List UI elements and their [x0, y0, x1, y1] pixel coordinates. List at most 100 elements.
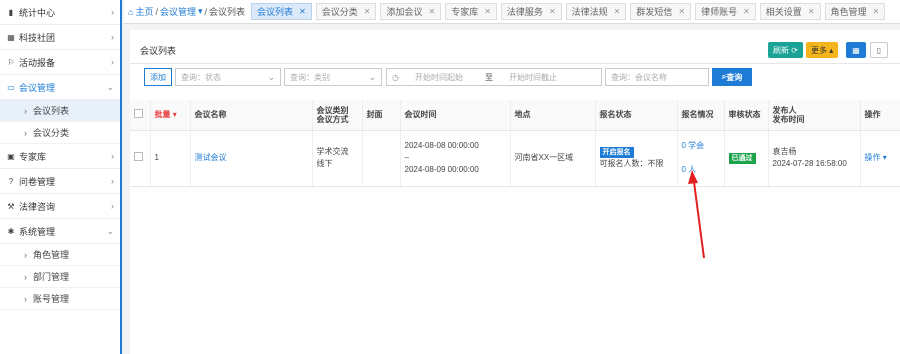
- select-all-checkbox[interactable]: [130, 100, 151, 131]
- home-icon[interactable]: ⌂: [128, 7, 133, 17]
- type-filter-select[interactable]: 查询：类别 ⌄: [284, 68, 382, 86]
- sidebar-subitem-account[interactable]: › 账号管理: [0, 288, 120, 310]
- gavel-icon: ⚒: [7, 201, 15, 211]
- end-date-placeholder: 开始时间截止: [509, 72, 557, 82]
- tab-bulk-sms[interactable]: 群发短信 ✕: [630, 3, 692, 20]
- tab-add-meeting[interactable]: 添加会议 ✕: [380, 3, 442, 20]
- tab-meeting-category[interactable]: 会议分类 ✕: [315, 3, 377, 20]
- sidebar-item-tech-society[interactable]: ▦ 科技社团 ›: [0, 25, 120, 50]
- audit-status-badge: 已通过: [728, 153, 756, 164]
- more-label: 更多: [811, 45, 827, 55]
- close-icon[interactable]: ✕: [549, 7, 556, 16]
- date-range-separator: 至: [485, 72, 493, 82]
- more-button[interactable]: 更多 ▴: [806, 42, 839, 58]
- breadcrumb-current: 会议列表: [209, 7, 246, 17]
- date-range-input[interactable]: ◷ 开始时间起始 至 开始时间截止: [386, 68, 602, 86]
- signup-status-badge: 开启报名: [599, 147, 634, 158]
- tab-role-management[interactable]: 角色管理 ✕: [824, 3, 886, 20]
- close-icon[interactable]: ✕: [614, 7, 621, 16]
- tab-bar: ⌂ 主页 / 会议管理 ▾ / 会议列表 会议列表 ✕ 会议分类 ✕ 添加会议 ✕ 专…: [124, 0, 900, 24]
- close-icon[interactable]: ✕: [743, 7, 750, 16]
- meeting-type-cell: 学术交流 线下: [312, 130, 363, 187]
- sidebar-subitem-label: 会议列表: [33, 106, 70, 116]
- caret-down-icon: ▾: [880, 153, 887, 162]
- close-icon[interactable]: ✕: [429, 7, 436, 16]
- meeting-place: 河南省XX一区域: [510, 130, 596, 187]
- close-icon[interactable]: ✕: [484, 7, 491, 16]
- card-view-button[interactable]: ▯: [870, 42, 888, 58]
- tab-label: 律师账号: [701, 7, 738, 17]
- tab-legal-service[interactable]: 法律服务 ✕: [500, 3, 562, 20]
- sidebar-item-survey[interactable]: ? 问卷管理 ›: [0, 169, 120, 194]
- batch-column-header[interactable]: 批量 ▾: [150, 100, 191, 131]
- meeting-name[interactable]: 测试会议: [195, 153, 227, 162]
- tab-laws[interactable]: 法律法规 ✕: [565, 3, 627, 20]
- table-view-button[interactable]: ▦: [846, 42, 866, 58]
- meeting-table: 批量 ▾ 会议名称 会议类别 会议方式 封面 会议时间 地点 报名状态 报名情况 …: [130, 100, 900, 187]
- tab-label: 相关设置: [765, 7, 802, 17]
- bar-chart-icon: ▮: [8, 7, 14, 17]
- close-icon[interactable]: ✕: [678, 7, 685, 16]
- monitor-icon: ▭: [7, 82, 15, 92]
- close-icon[interactable]: ✕: [299, 7, 306, 16]
- tab-expert-db[interactable]: 专家库 ✕: [445, 3, 497, 20]
- sidebar-item-meeting-management[interactable]: ▭ 会议管理 ⌄: [0, 75, 120, 100]
- card-view-icon: ▯: [876, 45, 882, 55]
- chevron-right-icon: ›: [111, 151, 114, 161]
- sidebar-item-legal-consult[interactable]: ⚒ 法律咨询 ›: [0, 194, 120, 219]
- start-date-placeholder: 开始时间起始: [414, 72, 463, 82]
- refresh-button[interactable]: 刷新 ⟳: [768, 42, 803, 58]
- row-actions-dropdown[interactable]: 操作 ▾: [860, 130, 900, 187]
- place-column-header: 地点: [510, 100, 596, 131]
- sidebar-subitem-meeting-list[interactable]: › 会议列表: [0, 100, 120, 122]
- close-icon[interactable]: ✕: [364, 7, 371, 16]
- meeting-name-link[interactable]: 测试会议: [190, 130, 313, 187]
- row-checkbox[interactable]: [130, 130, 151, 187]
- chevron-right-icon: ›: [24, 127, 27, 138]
- sidebar-subitem-department[interactable]: › 部门管理: [0, 266, 120, 288]
- chevron-down-icon: ⌄: [106, 226, 114, 236]
- publisher-header-line2: 发布时间: [772, 114, 805, 124]
- breadcrumb-home[interactable]: 主页: [135, 5, 153, 18]
- search-button[interactable]: ⌕ 查询: [712, 68, 752, 86]
- tab-label: 会议列表: [257, 7, 294, 17]
- sidebar-item-expert-db[interactable]: ▣ 专家库 ›: [0, 144, 120, 169]
- cover-column-header: 封面: [362, 100, 401, 131]
- sidebar-item-activity-report[interactable]: ⚐ 活动报备 ›: [0, 50, 120, 75]
- close-icon[interactable]: ✕: [808, 7, 815, 16]
- sidebar-item-stats[interactable]: ▮ 统计中心 ›: [0, 0, 120, 25]
- divider: [130, 63, 900, 64]
- chevron-right-icon: ›: [111, 32, 114, 42]
- tab-label: 添加会议: [386, 7, 423, 17]
- row-index: 1: [150, 130, 191, 187]
- tab-meeting-list[interactable]: 会议列表 ✕: [251, 3, 312, 20]
- sidebar-subitem-meeting-category[interactable]: › 会议分类: [0, 122, 120, 144]
- sidebar-subitem-label: 角色管理: [33, 250, 70, 260]
- signup-person-count-link[interactable]: 0 人: [682, 165, 697, 174]
- sidebar-subitem-label: 会议分类: [33, 128, 70, 138]
- sidebar-item-system[interactable]: ✱ 系统管理 ⌄: [0, 219, 120, 244]
- signup-society-count-link[interactable]: 0 学会: [682, 141, 705, 150]
- page-title: 会议列表: [140, 46, 177, 56]
- type-header-line1: 会议类别: [316, 105, 349, 115]
- close-icon[interactable]: ✕: [873, 7, 880, 16]
- sidebar-item-label: 统计中心: [19, 7, 56, 18]
- meeting-name-input[interactable]: 查询：会议名称: [605, 68, 709, 86]
- clock-icon: ◷: [392, 72, 399, 82]
- tab-lawyer-account[interactable]: 律师账号 ✕: [695, 3, 756, 20]
- publisher-name: 袁吉杨: [772, 147, 797, 156]
- sidebar: ▮ 统计中心 › ▦ 科技社团 › ⚐ 活动报备 › ▭ 会议管理 ⌄ › 会议…: [0, 0, 122, 354]
- publish-time: 2024-07-28 16:58:00: [772, 159, 847, 168]
- chevron-right-icon: ›: [111, 57, 114, 67]
- status-filter-select[interactable]: 查询：状态 ⌄: [175, 68, 281, 86]
- time-column-header: 会议时间: [400, 100, 511, 131]
- sidebar-subitem-label: 账号管理: [33, 294, 70, 304]
- tab-label: 专家库: [451, 7, 479, 17]
- add-button[interactable]: 添加: [144, 68, 172, 86]
- search-label: 查询: [726, 72, 743, 82]
- tab-settings[interactable]: 相关设置 ✕: [759, 3, 821, 20]
- signup-status-column-header: 报名状态: [595, 100, 678, 131]
- breadcrumb-meeting-management[interactable]: 会议管理: [160, 5, 196, 18]
- sidebar-subitem-role[interactable]: › 角色管理: [0, 244, 120, 266]
- book-icon: ▣: [7, 151, 15, 161]
